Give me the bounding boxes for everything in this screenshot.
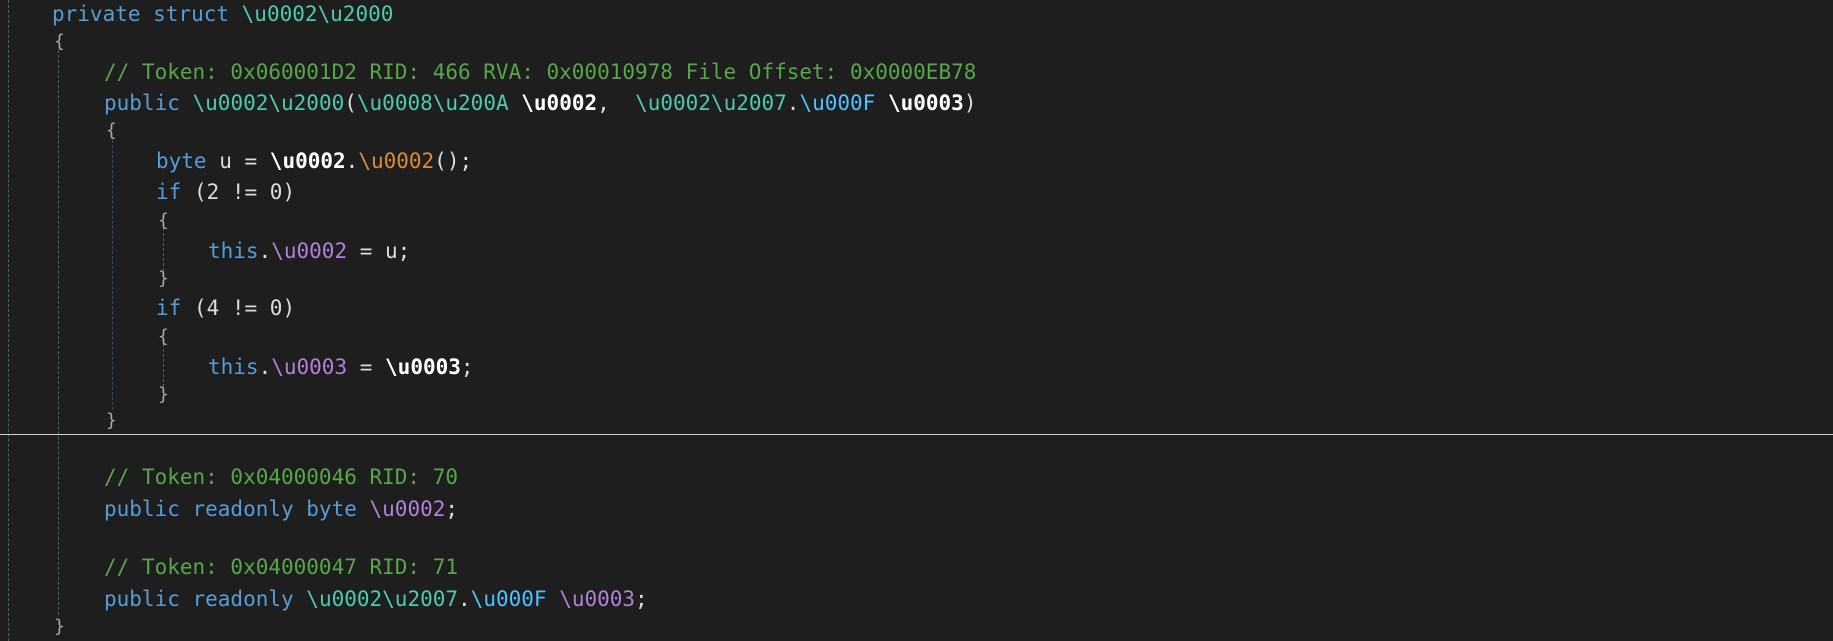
equals: = [347, 355, 386, 379]
code-line-14[interactable]: } [158, 379, 169, 407]
param-name: \u0002 [521, 91, 598, 115]
field-ref: \u0002 [271, 239, 348, 263]
keyword: public readonly byte [104, 497, 370, 521]
struct-guide [58, 50, 59, 615]
call-tail: (); [434, 149, 473, 173]
code-line-17[interactable]: public readonly byte \u0002; [104, 495, 458, 523]
code-line-7[interactable]: if (2 != 0) [156, 178, 295, 206]
condition: (4 != 0) [193, 296, 296, 320]
token-comment: // Token: 0x04000047 RID: 71 [104, 555, 459, 579]
keyword: this [208, 239, 259, 263]
open-brace: { [158, 210, 169, 231]
open-brace: { [54, 31, 65, 52]
variable: u = [219, 149, 270, 173]
param-type: \u0002\u2007 [635, 91, 787, 115]
assignment: = u; [347, 239, 411, 263]
keyword: byte [156, 149, 220, 173]
dot: . [345, 149, 359, 173]
code-line-5[interactable]: { [106, 115, 117, 143]
close-brace: } [54, 616, 65, 637]
open-paren: ( [344, 91, 357, 115]
code-line-1[interactable]: private struct \u0002\u2000 [52, 0, 393, 28]
comma: , [597, 91, 636, 115]
open-brace: { [106, 120, 117, 141]
close-brace: } [158, 384, 169, 405]
dot: . [258, 239, 272, 263]
code-line-19[interactable]: public readonly \u0002\u2007.\u000F \u00… [104, 585, 648, 613]
close-paren: ) [963, 91, 977, 115]
code-line-2[interactable]: { [54, 26, 65, 54]
code-line-15[interactable]: } [106, 405, 117, 433]
field-type: \u0002\u2007 [306, 587, 459, 611]
code-line-3[interactable]: // Token: 0x060001D2 RID: 466 RVA: 0x000… [104, 58, 976, 86]
close-brace: } [106, 410, 117, 431]
code-line-8[interactable]: { [158, 205, 169, 233]
condition: (2 != 0) [193, 180, 296, 204]
code-editor[interactable]: private struct \u0002\u2000 { // Token: … [0, 0, 1833, 641]
code-line-9[interactable]: this.\u0002 = u; [208, 237, 410, 265]
code-line-11[interactable]: if (4 != 0) [156, 294, 295, 322]
struct-name: \u0002\u2000 [241, 2, 394, 26]
keyword: if [156, 180, 194, 204]
param-ref: \u0002 [269, 149, 346, 173]
token-comment: // Token: 0x04000046 RID: 70 [104, 465, 459, 489]
semicolon: ; [445, 497, 459, 521]
param-type: \u0008\u200A [356, 91, 509, 115]
code-line-18[interactable]: // Token: 0x04000047 RID: 71 [104, 553, 458, 581]
keyword: private struct [52, 2, 242, 26]
member-separator [0, 434, 1833, 435]
code-line-12[interactable]: { [158, 321, 169, 349]
close-brace: } [158, 268, 169, 289]
struct-guide-outer [8, 0, 9, 641]
keyword: this [208, 355, 259, 379]
keyword: public readonly [104, 587, 307, 611]
token-comment: // Token: 0x060001D2 RID: 466 RVA: 0x000… [104, 60, 977, 84]
field-name: \u0003 [559, 587, 636, 611]
code-line-20[interactable]: } [54, 611, 65, 639]
code-line-6[interactable]: byte u = \u0002.\u0002(); [156, 147, 472, 175]
param-type-nested: \u000F [799, 91, 876, 115]
ctor-name: \u0002\u2000 [192, 91, 345, 115]
code-line-10[interactable]: } [158, 263, 169, 291]
semicolon: ; [635, 587, 648, 611]
code-line-16[interactable]: // Token: 0x04000046 RID: 70 [104, 463, 458, 491]
method-call: \u0002 [358, 149, 435, 173]
param-name: \u0003 [887, 91, 964, 115]
code-line-4[interactable]: public \u0002\u2000(\u0008\u200A \u0002,… [104, 89, 976, 117]
dot: . [458, 587, 471, 611]
field-ref: \u0003 [271, 355, 348, 379]
param-ref: \u0003 [385, 355, 461, 379]
field-name: \u0002 [369, 497, 446, 521]
editor-gutter [0, 0, 6, 641]
keyword: if [156, 296, 194, 320]
semicolon: ; [460, 355, 474, 379]
dot: . [786, 91, 800, 115]
keyword: public [104, 91, 193, 115]
field-type-nested: \u000F [470, 587, 547, 611]
ctor-guide [112, 140, 113, 410]
dot: . [258, 355, 272, 379]
open-brace: { [158, 326, 169, 347]
code-line-13[interactable]: this.\u0003 = \u0003; [208, 353, 474, 381]
